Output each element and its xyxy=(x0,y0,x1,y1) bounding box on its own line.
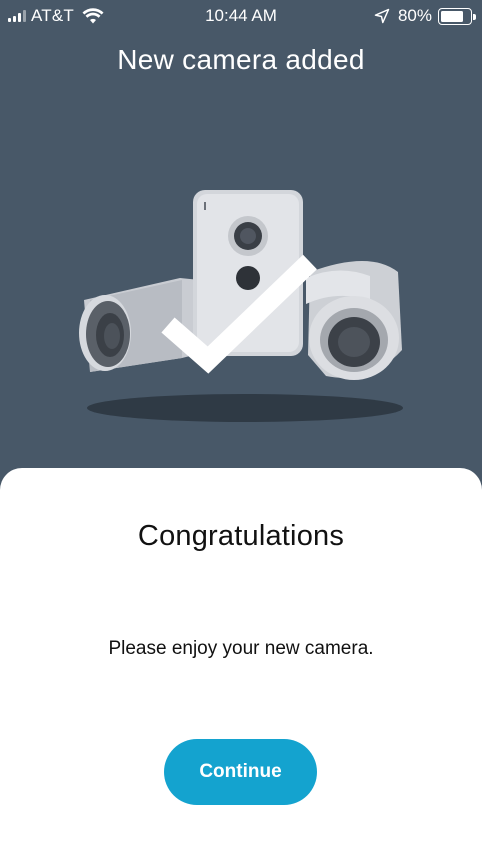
dome-camera-icon xyxy=(306,261,402,380)
success-message: Please enjoy your new camera. xyxy=(108,638,374,659)
cameras-with-checkmark-illustration xyxy=(79,190,403,422)
status-right: 80% xyxy=(374,6,476,26)
illustration-shadow xyxy=(87,394,403,422)
location-arrow-icon xyxy=(374,8,390,24)
status-bar: AT&T 10:44 AM 80% xyxy=(0,0,482,32)
battery-percentage: 80% xyxy=(397,6,432,25)
bottom-sheet: Congratulations Please enjoy your new ca… xyxy=(0,468,482,853)
page-title: New camera added xyxy=(117,44,365,75)
congratulations-heading: Congratulations xyxy=(137,520,345,552)
battery-icon xyxy=(438,7,476,25)
continue-button[interactable]: Continue xyxy=(164,739,317,805)
